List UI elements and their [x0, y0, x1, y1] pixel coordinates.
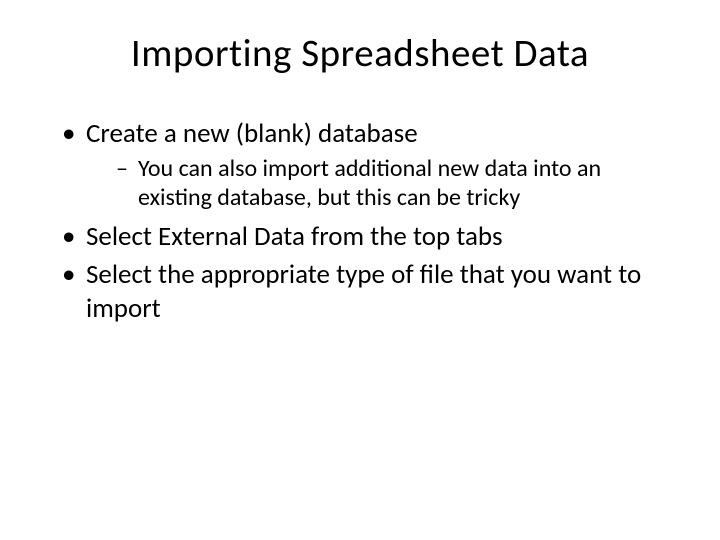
list-item: Select External Data from the top tabs [58, 220, 670, 254]
sub-bullet-text: You can also import additional new data … [138, 154, 601, 212]
slide-title: Importing Spreadsheet Data [50, 30, 670, 77]
bullet-list: Create a new (blank) database You can al… [50, 117, 670, 326]
list-item: You can also import additional new data … [116, 155, 670, 213]
bullet-text: Create a new (blank) database [86, 117, 418, 150]
bullet-text: Select the appropriate type of file that… [86, 258, 641, 325]
sub-bullet-list: You can also import additional new data … [86, 155, 670, 213]
list-item: Create a new (blank) database You can al… [58, 117, 670, 212]
list-item: Select the appropriate type of file that… [58, 258, 670, 326]
bullet-text: Select External Data from the top tabs [86, 220, 503, 253]
